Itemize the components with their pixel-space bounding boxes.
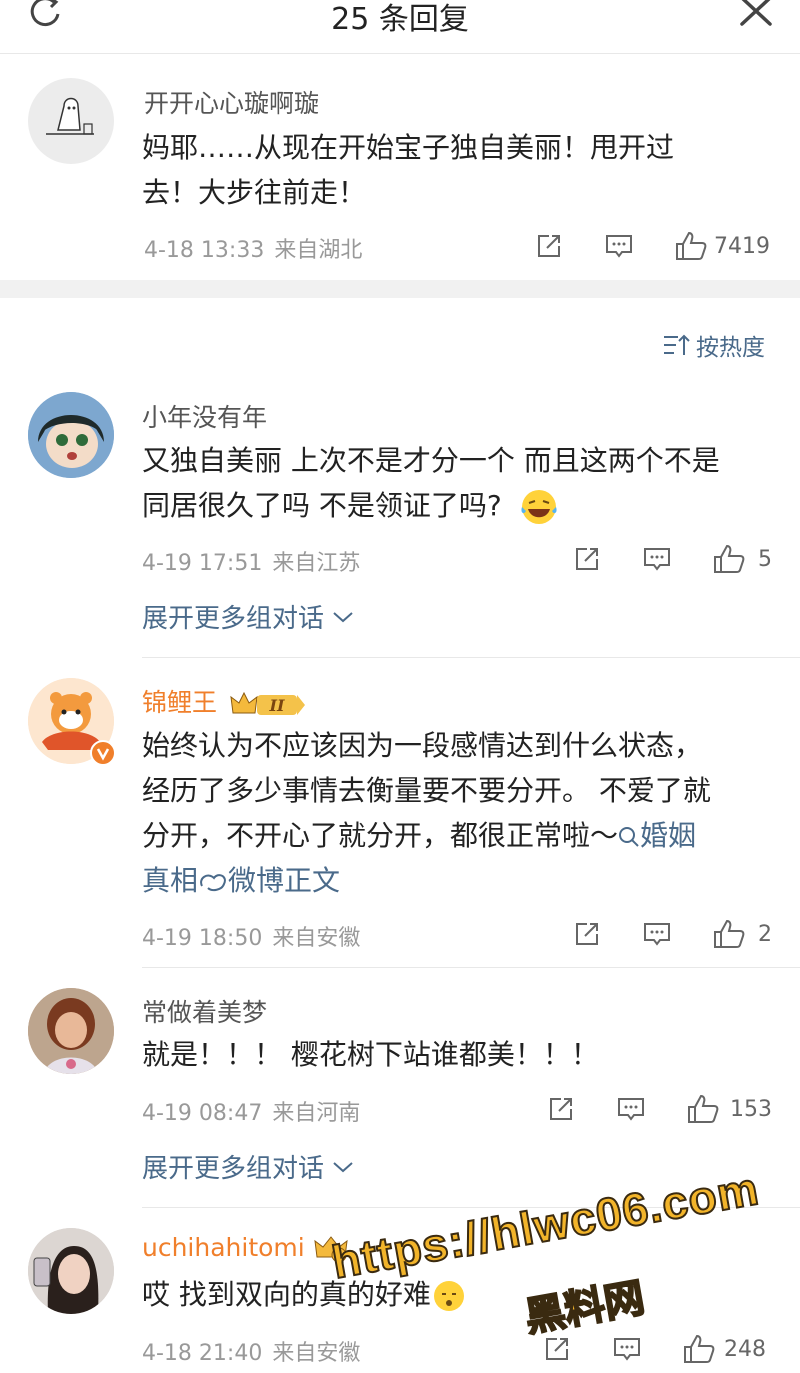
like-count: 7419	[714, 233, 770, 259]
reply-button[interactable]	[616, 1091, 646, 1127]
timestamp: 4-18 21:40	[142, 1341, 263, 1366]
comment-icon	[618, 1098, 644, 1121]
thumbs-up-icon	[714, 544, 745, 573]
commenter-name[interactable]: 锦鲤王 II	[142, 683, 307, 719]
header-bar: 25 条回复	[0, 0, 800, 54]
avatar[interactable]	[28, 78, 114, 164]
timestamp: 4-18 13:33	[144, 238, 265, 263]
thumbs-up-icon	[714, 919, 745, 948]
topic-link[interactable]: 真相	[142, 864, 198, 897]
comment-actions: 7419	[530, 228, 780, 264]
reply-button[interactable]	[612, 1331, 642, 1367]
share-icon	[576, 548, 598, 570]
share-icon	[576, 923, 598, 945]
share-button[interactable]	[572, 541, 602, 577]
vip-crown-badge-icon: II	[230, 691, 305, 715]
comment-meta: 4-18 13:33 来自湖北	[144, 232, 362, 264]
timestamp: 4-19 17:51	[142, 551, 263, 576]
share-button[interactable]	[534, 228, 564, 264]
share-icon	[550, 1098, 572, 1120]
expand-thread-link[interactable]: 展开更多组对话	[142, 1148, 354, 1185]
timestamp: 4-19 08:47	[142, 1101, 263, 1126]
location: 来自安徽	[272, 926, 361, 951]
search-icon	[619, 827, 639, 847]
comment-meta: 4-19 08:47 来自河南	[142, 1095, 360, 1127]
divider	[142, 657, 800, 658]
reply-button[interactable]	[642, 541, 672, 577]
comment-actions: 153	[542, 1091, 780, 1127]
comment-text: 妈耶……从现在开始宝子独自美丽！甩开过 去！大步往前走！	[142, 131, 675, 209]
thumbs-up-icon	[688, 1094, 719, 1123]
comment-text: 始终认为不应该因为一段感情达到什么状态， 经历了多少事情去衡量要不要分开。 不爱…	[142, 729, 711, 897]
comment-icon	[614, 1338, 640, 1361]
root-comment: 开开心心璇啊璇 妈耶……从现在开始宝子独自美丽！甩开过 去！大步往前走！ 4-1…	[0, 54, 800, 280]
photo-avatar-icon	[28, 988, 114, 1074]
like-count: 153	[730, 1096, 772, 1122]
commenter-name[interactable]: uchihahitomi 6	[142, 1233, 349, 1263]
watermark-url: https://hlwc06.com	[327, 1161, 764, 1289]
close-icon[interactable]	[736, 0, 776, 30]
comment-meta: 4-18 21:40 来自安徽	[142, 1335, 360, 1367]
comment-actions: 5	[568, 541, 780, 577]
link-icon	[200, 874, 226, 892]
vip-level: II	[268, 696, 284, 715]
like-button[interactable]: 7419	[674, 228, 770, 264]
like-count: 2	[758, 921, 772, 947]
laugh-cry-emoji-icon	[521, 490, 557, 524]
weibo-post-link[interactable]: 微博正文	[198, 864, 340, 897]
sort-toggle[interactable]: 按热度	[662, 328, 765, 362]
like-button[interactable]: 153	[686, 1091, 772, 1127]
comment-meta: 4-19 17:51 来自江苏	[142, 545, 360, 577]
comment-text: 就是！！！ 樱花树下站谁都美！！！	[142, 1038, 599, 1071]
sort-label: 按热度	[696, 335, 765, 361]
commenter-name[interactable]: 开开心心璇啊璇	[144, 84, 319, 120]
ghost-avatar-icon	[46, 97, 94, 135]
like-button[interactable]: 248	[682, 1331, 766, 1367]
location: 来自河南	[272, 1101, 361, 1126]
sort-icon	[664, 334, 690, 355]
location: 来自安徽	[272, 1341, 361, 1366]
commenter-name[interactable]: 小年没有年	[142, 398, 267, 434]
comment-text: 哎 找到双向的真的好难	[142, 1272, 782, 1317]
verified-badge-icon	[90, 740, 116, 766]
avatar[interactable]	[28, 678, 116, 766]
like-button[interactable]: 5	[712, 541, 772, 577]
timestamp: 4-19 18:50	[142, 926, 263, 951]
share-button[interactable]	[546, 1091, 576, 1127]
comment-actions: 248	[538, 1331, 780, 1367]
share-icon	[538, 235, 560, 257]
comment-meta: 4-19 18:50 来自安徽	[142, 920, 360, 952]
comment-icon	[644, 923, 670, 946]
chevron-down-icon	[333, 1161, 353, 1172]
selfie-avatar-icon	[28, 1228, 114, 1314]
comment-actions: 2	[568, 916, 780, 952]
location: 来自湖北	[274, 238, 363, 263]
share-button[interactable]	[572, 916, 602, 952]
anime-avatar-icon	[28, 392, 114, 478]
reply-button[interactable]	[604, 228, 634, 264]
expand-thread-link[interactable]: 展开更多组对话	[142, 598, 354, 635]
topic-link[interactable]: 婚姻	[618, 819, 696, 852]
chevron-down-icon	[333, 611, 353, 622]
section-separator	[0, 280, 800, 298]
avatar[interactable]	[28, 392, 114, 478]
location: 来自江苏	[272, 551, 361, 576]
thumbs-up-icon	[676, 231, 707, 260]
like-count: 248	[724, 1336, 766, 1362]
comment-icon	[644, 548, 670, 571]
comment-text: 又独自美丽 上次不是才分一个 而且这两个不是 同居很久了吗 不是领证了吗?	[142, 438, 782, 528]
sigh-emoji-icon	[433, 1281, 464, 1311]
comment-icon	[606, 235, 632, 258]
like-count: 5	[758, 546, 772, 572]
like-button[interactable]: 2	[712, 916, 772, 952]
thumbs-up-icon	[684, 1334, 715, 1363]
avatar[interactable]	[28, 988, 114, 1074]
reply-button[interactable]	[642, 916, 672, 952]
avatar[interactable]	[28, 1228, 114, 1314]
divider	[142, 967, 800, 968]
page-title: 25 条回复	[331, 2, 469, 37]
commenter-name[interactable]: 常做着美梦	[142, 993, 267, 1029]
